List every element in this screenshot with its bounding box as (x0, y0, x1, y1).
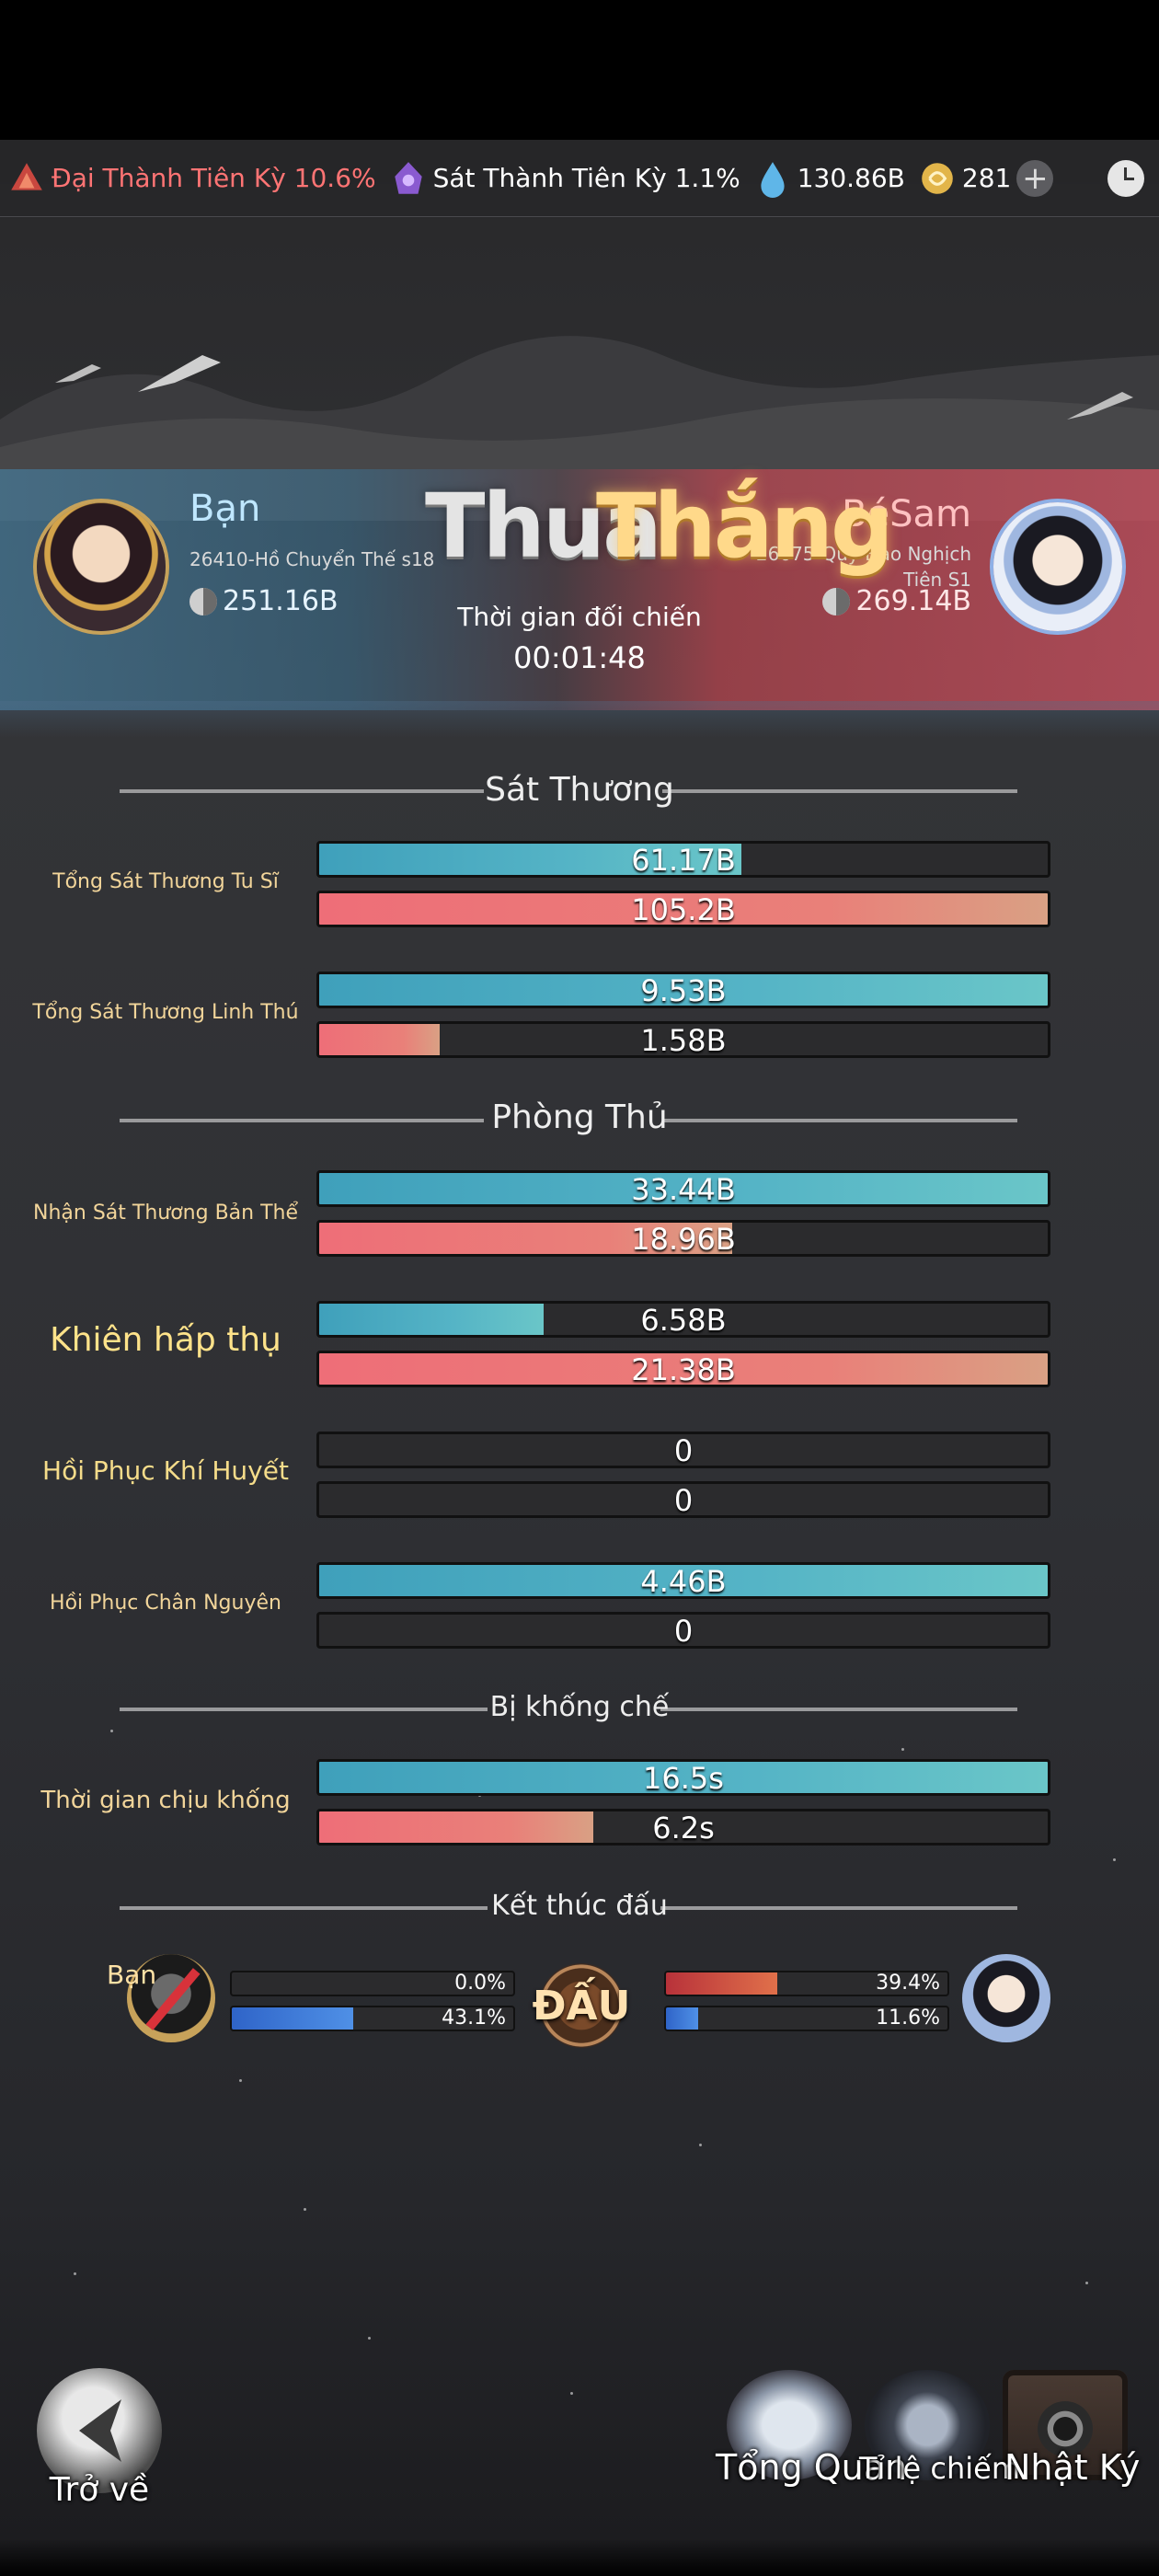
star (570, 2392, 573, 2395)
stat-label: Hồi Phục Chân Nguyên (50, 1592, 281, 1615)
bar-value: 39.4% (876, 1972, 940, 1995)
stat-label: Khiên hấp thụ (50, 1321, 281, 1359)
ratio-button-label[interactable]: Tỉ lệ chiếm (859, 2451, 1020, 2486)
star (699, 2144, 702, 2146)
section-title-control: Bị khống chế (0, 1691, 1159, 1723)
star (1113, 1858, 1116, 1861)
back-label[interactable]: Trở về (37, 2471, 162, 2509)
stat-label: Nhận Sát Thương Bản Thể (33, 1202, 298, 1225)
stat-label: Thời gian chịu khống (40, 1787, 291, 1814)
bar-value: 61.17B (631, 843, 736, 878)
fire-realm-icon (11, 162, 42, 190)
bar-value: 43.1% (442, 2007, 506, 2030)
stat-label: Hồi Phục Khí Huyết (42, 1455, 289, 1486)
opponent-end-bar: 11.6% (664, 2006, 949, 2031)
bar-value: 21.38B (631, 1352, 736, 1387)
bar-value: 18.96B (631, 1222, 736, 1257)
section-title-damage-text: Sát Thương (485, 771, 674, 809)
battle-report-screen: Đại Thành Tiên Kỳ 10.6% Sát Thành Tiên K… (0, 0, 1159, 2576)
star (304, 2208, 306, 2211)
battle-time: 00:01:48 (513, 640, 646, 675)
opponent-stat-bar: 18.96B (316, 1220, 1050, 1257)
gold-coin-icon (922, 162, 953, 194)
section-title-end-text: Kết thúc đấu (491, 1890, 668, 1922)
player-name: Bạn (189, 488, 261, 530)
currency-value: 281 (961, 163, 1012, 193)
bar-value: 9.53B (640, 973, 727, 1008)
star (239, 2079, 242, 2082)
currency-counter: 281 + (918, 140, 1054, 217)
player-end-bar: 43.1% (230, 2006, 515, 2031)
bar-value: 0 (673, 1614, 694, 1649)
battle-time-label: Thời gian đối chiến (457, 602, 702, 632)
player-stat-bar: 9.53B (316, 972, 1050, 1008)
opponent-stat-bar: 6.2s (316, 1809, 1050, 1846)
spirit-stone-counter: 130.86B (753, 140, 905, 217)
player-realm-text: Đại Thành Tiên Kỳ 10.6% (52, 163, 376, 193)
end-opponent-avatar[interactable] (962, 1954, 1050, 2042)
opponent-end-bar: 39.4% (664, 1971, 949, 1996)
opponent-stat-bar: 0 (316, 1481, 1050, 1518)
section-title-end: Kết thúc đấu (0, 1890, 1159, 1922)
player-end-bar: 0.0% (230, 1971, 515, 1996)
opponent-stat-bar: 1.58B (316, 1021, 1050, 1058)
opponent-realm-text: Sát Thành Tiên Kỳ 1.1% (432, 163, 740, 193)
player-stat-bar: 16.5s (316, 1759, 1050, 1796)
bar-value: 4.46B (640, 1564, 727, 1599)
bar-value: 33.44B (631, 1172, 736, 1207)
clock-icon[interactable] (1107, 160, 1144, 197)
player-server: 26410-Hồ Chuyển Thế s18 (189, 548, 435, 570)
star (110, 1730, 113, 1732)
bar-value: 16.5s (643, 1761, 724, 1796)
bar-value: 6.2s (652, 1811, 715, 1846)
bar-value: 1.58B (640, 1023, 727, 1058)
section-title-damage: Sát Thương (0, 771, 1159, 809)
opponent-realm: Sát Thành Tiên Kỳ 1.1% (389, 140, 740, 217)
result-win: Thắng (596, 475, 894, 578)
star (901, 1748, 904, 1751)
player-stat-bar: 4.46B (316, 1562, 1050, 1599)
bar-value: 11.6% (876, 2007, 940, 2030)
opponent-stat-bar: 105.2B (316, 891, 1050, 927)
star (74, 2272, 76, 2275)
player-realm: Đại Thành Tiên Kỳ 10.6% (7, 140, 376, 217)
opponent-stat-bar: 21.38B (316, 1351, 1050, 1387)
stat-label: Tổng Sát Thương Linh Thú (32, 1001, 299, 1024)
stat-label: Tổng Sát Thương Tu Sĩ (52, 870, 279, 893)
player-stat-bar: 0 (316, 1432, 1050, 1468)
spirit-stone-value: 130.86B (797, 163, 905, 193)
plus-icon[interactable]: + (1016, 159, 1054, 197)
star (368, 2337, 371, 2340)
section-title-control-text: Bị khống chế (489, 1691, 670, 1723)
opponent-stat-bar: 0 (316, 1612, 1050, 1649)
bar-value: 6.58B (640, 1303, 727, 1338)
player-stat-bar: 33.44B (316, 1170, 1050, 1207)
player-stat-bar: 61.17B (316, 841, 1050, 878)
bar-value: 0 (673, 1483, 694, 1518)
section-title-defense: Phòng Thủ (0, 1098, 1159, 1136)
bar-fill (232, 2007, 353, 2030)
bar-value: 0 (673, 1433, 694, 1468)
end-player-tag: Bạn (107, 1960, 157, 1990)
resource-bar: Đại Thành Tiên Kỳ 10.6% Sát Thành Tiên K… (0, 140, 1159, 217)
section-title-defense-text: Phòng Thủ (491, 1098, 668, 1136)
star (1085, 2282, 1088, 2284)
bar-fill (666, 2007, 699, 2030)
bar-value: 0.0% (454, 1972, 506, 1995)
bar-value: 105.2B (631, 892, 736, 927)
water-drop-icon (761, 161, 785, 198)
purple-realm-icon (394, 161, 422, 194)
log-button-label[interactable]: Nhật Ký (1004, 2447, 1140, 2488)
vs-badge: ĐẤU (533, 1963, 630, 2048)
bar-fill (666, 1972, 777, 1995)
player-stat-bar: 6.58B (316, 1301, 1050, 1338)
